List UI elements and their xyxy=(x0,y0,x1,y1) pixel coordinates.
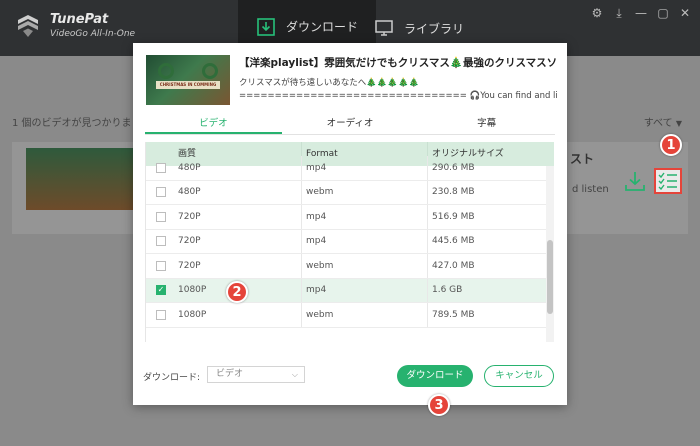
row-checkbox-cell xyxy=(146,254,176,278)
cell-format: mp4 xyxy=(302,229,428,253)
row-checkbox[interactable] xyxy=(156,211,166,222)
table-scrollbar[interactable] xyxy=(546,166,554,342)
table-row[interactable]: 480P webm 230.8 MB xyxy=(146,180,554,205)
row-checkbox-cell xyxy=(146,156,176,180)
tab-library-label: ライブラリ xyxy=(404,21,465,36)
step-badge-3: 3 xyxy=(428,394,450,416)
modal-video-title: 【洋楽playlist】雰囲気だけでもクリスマス🎄最強のクリスマスソング20..… xyxy=(239,57,557,69)
download-type-value: ビデオ xyxy=(216,369,244,379)
description-line: ================================ 🎧You ca… xyxy=(239,91,557,101)
cell-format: webm xyxy=(302,180,428,204)
format-list-button[interactable] xyxy=(654,168,682,194)
cell-size: 445.6 MB xyxy=(432,236,475,247)
modal-video-description: クリスマスが待ち遠しいあなたへ🎄🎄🎄🎄🎄 ===================… xyxy=(239,77,557,103)
row-checkbox-cell xyxy=(146,205,176,229)
row-checkbox[interactable] xyxy=(156,260,166,271)
scrollbar-thumb[interactable] xyxy=(547,240,553,314)
row-checkbox-cell xyxy=(146,303,176,327)
cell-format: webm xyxy=(302,254,428,278)
download-button[interactable]: ダウンロード xyxy=(397,365,473,387)
row-checkbox[interactable] xyxy=(156,162,166,173)
checklist-icon xyxy=(658,172,677,190)
cell-quality: 1080P xyxy=(176,303,302,327)
format-select-dialog: CHRISTMAS IN COMMING 【洋楽playlist】雰囲気だけでも… xyxy=(133,43,567,405)
video-title: スト xyxy=(570,152,595,166)
tunepat-logo-icon xyxy=(18,15,38,37)
row-checkbox[interactable] xyxy=(156,309,166,320)
row-checkbox[interactable] xyxy=(156,187,166,198)
description-line: クリスマスが待ち遠しいあなたへ🎄🎄🎄🎄🎄 xyxy=(239,78,420,88)
cell-size: 1.6 GB xyxy=(432,285,463,296)
tab-audio[interactable]: オーディオ xyxy=(282,115,419,134)
cell-quality: 480P xyxy=(176,180,302,204)
cell-format: mp4 xyxy=(302,205,428,229)
maximize-icon[interactable]: ▢ xyxy=(656,6,670,21)
tab-subtitle[interactable]: 字幕 xyxy=(418,115,555,134)
table-row[interactable]: 480P mp4 290.6 MB xyxy=(146,156,554,181)
app-name: TunePat xyxy=(50,12,109,27)
cancel-button[interactable]: キャンセル xyxy=(484,365,554,387)
cell-size: 290.6 MB xyxy=(432,162,475,173)
row-checkbox-cell: ✓ xyxy=(146,279,176,303)
table-body: 480P mp4 290.6 MB 480P webm 230.8 MB 720P mp4 51… xyxy=(146,156,554,328)
table-row[interactable]: 720P webm 427.0 MB xyxy=(146,254,554,279)
modal-video-thumbnail: CHRISTMAS IN COMMING xyxy=(146,55,230,105)
chevron-down-icon: ▼ xyxy=(675,119,682,128)
table-row[interactable]: 720P mp4 516.9 MB xyxy=(146,205,554,230)
format-table: 画質 Format オリジナルサイズ 480P mp4 290.6 MB 480P we… xyxy=(145,142,554,342)
video-thumbnail xyxy=(26,148,146,210)
tab-download-label: ダウンロード xyxy=(286,20,359,34)
row-checkbox-cell xyxy=(146,181,176,205)
video-description: d listen xyxy=(572,184,609,195)
settings-icon[interactable]: ⚙ xyxy=(590,6,604,21)
step-badge-1: 1 xyxy=(660,134,682,156)
download-type-select[interactable]: ビデオ ⌵ xyxy=(207,366,305,383)
table-row[interactable]: 1080P webm 789.5 MB xyxy=(146,303,554,328)
wreath-decoration xyxy=(158,63,174,79)
step-badge-2: 2 xyxy=(226,281,248,303)
table-row[interactable]: 720P mp4 445.6 MB xyxy=(146,229,554,254)
row-checkbox[interactable] xyxy=(156,236,166,247)
videos-found-text: 1 個のビデオが見つかりました xyxy=(12,118,152,129)
window-controls: ⚙ ⤓ — ▢ ✕ xyxy=(590,6,692,21)
thumbnail-banner: CHRISTMAS IN COMMING xyxy=(156,81,220,89)
filter-label: すべて xyxy=(643,118,673,129)
media-type-tabs: ビデオ オーディオ 字幕 xyxy=(145,115,555,135)
download-icon[interactable] xyxy=(624,170,646,192)
cell-format: mp4 xyxy=(302,278,428,302)
tab-video[interactable]: ビデオ xyxy=(145,115,282,134)
minimize-icon[interactable]: — xyxy=(634,6,648,21)
wreath-decoration xyxy=(202,63,218,79)
cell-quality: 720P xyxy=(176,229,302,253)
monitor-icon xyxy=(375,20,393,36)
filter-dropdown[interactable]: すべて ▼ xyxy=(644,114,682,129)
cell-quality: 720P xyxy=(176,254,302,278)
row-checkbox[interactable]: ✓ xyxy=(156,285,166,296)
download-icon xyxy=(257,17,275,36)
chevron-down-icon: ⌵ xyxy=(291,370,298,379)
cell-format: webm xyxy=(302,303,428,327)
close-icon[interactable]: ✕ xyxy=(678,6,692,21)
cell-size: 427.0 MB xyxy=(432,260,475,271)
cell-format: mp4 xyxy=(302,156,428,180)
cell-quality: 480P xyxy=(176,156,302,180)
save-icon[interactable]: ⤓ xyxy=(612,6,626,21)
download-type-label: ダウンロード: xyxy=(143,373,201,383)
table-row[interactable]: ✓ 1080P mp4 1.6 GB xyxy=(146,278,554,303)
cell-quality: 720P xyxy=(176,205,302,229)
app-subtitle: VideoGo All-In-One xyxy=(50,29,136,39)
row-checkbox-cell xyxy=(146,230,176,254)
cell-size: 789.5 MB xyxy=(432,309,475,320)
cell-size: 230.8 MB xyxy=(432,187,475,198)
cell-size: 516.9 MB xyxy=(432,211,475,222)
